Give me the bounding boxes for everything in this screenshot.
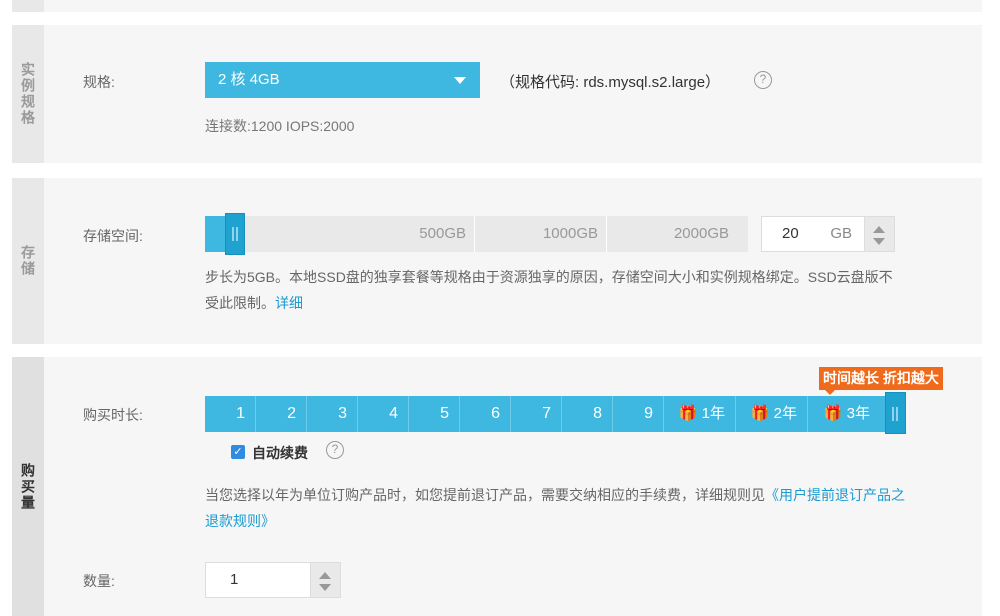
promo-badge: 时间越长 折扣越大 [819,367,943,395]
previous-section-label [12,0,44,12]
help-icon[interactable]: ? [326,441,344,459]
auto-renew-label: 自动续费 [252,445,308,461]
spec-section: 实例规格 [12,25,982,163]
storage-tick: 2000GB [673,225,729,242]
duration-option[interactable]: 4 [358,396,409,432]
storage-detail-link[interactable]: 详细 [275,295,303,311]
storage-section-title: 存储 [20,245,36,277]
quantity-input[interactable]: 1 [205,562,311,598]
duration-option[interactable]: 5 [409,396,460,432]
spec-section-title: 实例规格 [20,62,36,126]
help-icon[interactable]: ? [754,71,772,89]
storage-tick: 500GB [245,216,475,252]
spec-section-label: 实例规格 [12,25,44,163]
refund-notice: 当您选择以年为单位订购产品时，如您提前退订产品，需要交纳相应的手续费，详细规则见… [205,482,980,534]
storage-slider-fill [205,216,227,252]
storage-slider[interactable]: 500GB 1000GB 2000GB [205,213,748,255]
storage-stepper[interactable] [865,216,895,252]
quantity-stepper[interactable] [311,562,341,598]
duration-option[interactable]: 3 [307,396,358,432]
duration-option[interactable]: 8 [562,396,613,432]
duration-option[interactable]: 7 [511,396,562,432]
storage-desc-line2: 受此限制。 [205,295,275,311]
duration-option[interactable]: 🎁 3年 [808,396,880,432]
spec-select[interactable]: 2 核 4GB [205,62,480,98]
chevron-down-icon[interactable] [319,584,331,591]
purchase-section-label: 购买量 [12,357,44,616]
quantity-field-label: 数量: [83,573,115,589]
storage-description: 步长为5GB。本地SSD盘的独享套餐等规格由于资源独享的原因，存储空间大小和实例… [205,264,975,316]
duration-option[interactable]: 6 [460,396,511,432]
duration-field-label: 购买时长: [83,407,143,423]
spec-code-text: （规格代码: rds.mysql.s2.large） [500,74,721,91]
auto-renew-checkbox[interactable]: ✓ [231,445,245,459]
storage-slider-handle[interactable] [225,213,245,255]
duration-slider-handle[interactable] [885,392,906,434]
storage-tick: 1000GB [475,216,607,252]
storage-size-value: 20 [782,225,799,242]
storage-field-label: 存储空间: [83,228,143,244]
storage-desc-line1: 步长为5GB。本地SSD盘的独享套餐等规格由于资源独享的原因，存储空间大小和实例… [205,269,893,285]
refund-rules-link-cont[interactable]: 退款规则》 [205,508,980,534]
duration-option[interactable]: 🎁 1年 [664,396,736,432]
refund-line1: 当您选择以年为单位订购产品时，如您提前退订产品，需要交纳相应的手续费，详细规则见… [205,482,980,508]
chevron-up-icon[interactable] [319,572,331,579]
quantity-value: 1 [230,571,239,588]
duration-option[interactable]: 🎁 2年 [736,396,808,432]
duration-option[interactable]: 1 [205,396,256,432]
purchase-section-title: 购买量 [20,462,36,511]
storage-section: 存储 [12,178,982,344]
spec-select-value: 2 核 4GB [218,71,280,88]
chevron-up-icon[interactable] [873,226,885,233]
storage-section-label: 存储 [12,178,44,344]
duration-selector[interactable]: 1 2 3 4 5 6 7 8 9 🎁 1年 🎁 2年 🎁 3年 [205,396,895,432]
duration-option[interactable]: 2 [256,396,307,432]
spec-field-label: 规格: [83,74,115,90]
storage-size-input[interactable]: 20 GB [761,216,865,252]
previous-section-strip [12,0,982,12]
duration-option[interactable]: 9 [613,396,664,432]
refund-rules-link[interactable]: 《用户提前退订产品之 [765,487,905,503]
refund-text: 当您选择以年为单位订购产品时，如您提前退订产品，需要交纳相应的手续费，详细规则见 [205,487,765,503]
spec-info: 连接数:1200 IOPS:2000 [205,118,355,134]
chevron-down-icon [454,77,466,84]
chevron-down-icon[interactable] [873,238,885,245]
storage-size-unit: GB [830,225,852,242]
storage-desc-line2-wrap: 受此限制。详细 [205,290,975,316]
